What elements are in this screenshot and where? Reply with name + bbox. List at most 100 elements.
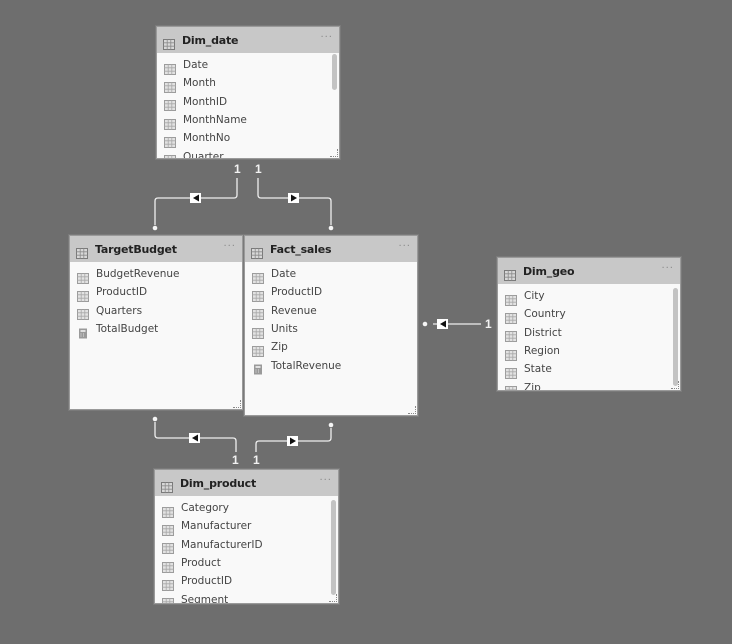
column-icon (164, 96, 176, 112)
field-name: MonthNo (183, 132, 231, 145)
table-card-dim-product[interactable]: Dim_product ··· Category Manufacturer Manufa… (154, 469, 339, 604)
more-options-button[interactable]: ··· (320, 32, 333, 43)
field-item[interactable]: Category (155, 499, 338, 518)
field-name: MonthID (183, 95, 228, 108)
field-name: Quarters (96, 304, 143, 317)
field-item[interactable]: Manufacturer (155, 517, 338, 536)
more-options-button[interactable]: ··· (398, 241, 411, 252)
more-options-button[interactable]: ··· (319, 475, 332, 486)
column-icon (162, 521, 174, 536)
field-item[interactable]: Revenue (245, 302, 417, 321)
table-card-dim-geo[interactable]: Dim_geo ··· City Country District Region State… (497, 257, 681, 391)
table-name: TargetBudget (95, 242, 177, 256)
field-item[interactable]: ManufacturerID (155, 536, 338, 555)
field-item[interactable]: Segment (155, 590, 338, 603)
resize-handle[interactable] (329, 594, 337, 602)
field-item[interactable]: Product (155, 554, 338, 573)
column-icon (164, 133, 176, 148)
field-item[interactable]: Zip (498, 378, 680, 391)
field-name: Date (271, 268, 297, 281)
column-icon (162, 503, 174, 518)
column-icon (162, 576, 174, 591)
field-name: TotalBudget (96, 323, 159, 336)
cardinality-one-label: 1 (234, 162, 241, 176)
scrollbar-thumb[interactable] (673, 288, 678, 386)
table-header[interactable]: Dim_geo ··· (498, 258, 680, 284)
table-name: Dim_geo (523, 264, 575, 278)
more-options-button[interactable]: ··· (661, 263, 674, 274)
resize-handle[interactable] (408, 406, 416, 414)
resize-handle[interactable] (671, 381, 679, 389)
cross-filter-arrow-left-icon (190, 193, 201, 203)
column-icon (77, 287, 89, 302)
field-item[interactable]: TotalBudget (70, 320, 242, 339)
field-name: ProductID (271, 286, 323, 299)
column-icon (162, 594, 174, 603)
many-marker (328, 225, 334, 231)
field-name: ManufacturerID (181, 538, 263, 551)
field-item[interactable]: Date (157, 56, 339, 75)
table-card-fact-sales[interactable]: Fact_sales ··· Date ProductID Revenue Units Zi… (244, 235, 418, 416)
column-icon (505, 291, 517, 306)
column-icon (164, 115, 176, 130)
table-header[interactable]: Dim_date ··· (157, 27, 339, 53)
table-card-target-budget[interactable]: TargetBudget ··· BudgetRevenue ProductID Qua… (69, 235, 243, 410)
calculator-measure-icon (252, 360, 264, 375)
field-item[interactable]: ProductID (70, 283, 242, 302)
field-item[interactable]: Zip (245, 338, 417, 357)
table-header[interactable]: TargetBudget ··· (70, 236, 242, 262)
field-item[interactable]: Date (245, 265, 417, 284)
table-icon (161, 478, 173, 493)
table-icon (163, 35, 175, 50)
field-item[interactable]: Quarters (70, 302, 242, 321)
column-icon (505, 364, 517, 379)
cross-filter-arrow-right-icon (288, 193, 299, 203)
field-name: Zip (271, 341, 288, 354)
field-item[interactable]: ProductID (245, 283, 417, 302)
table-header[interactable]: Dim_product ··· (155, 470, 338, 496)
cardinality-one-label: 1 (255, 162, 262, 176)
more-options-button[interactable]: ··· (223, 241, 236, 252)
field-item[interactable]: ProductID (155, 572, 338, 591)
many-marker (152, 225, 158, 231)
field-item[interactable]: MonthName (157, 111, 339, 130)
cross-filter-arrow-right-icon (287, 436, 298, 446)
field-item[interactable]: District (498, 324, 680, 343)
field-item[interactable]: BudgetRevenue (70, 265, 242, 284)
table-card-dim-date[interactable]: Dim_date ··· Date Month MonthID MonthName Mont… (156, 26, 340, 159)
table-icon (504, 266, 516, 281)
field-item[interactable]: MonthID (157, 93, 339, 112)
field-list: City Country District Region State Zip (498, 284, 680, 391)
field-item[interactable]: Quarter (157, 147, 339, 158)
field-item[interactable]: TotalRevenue (245, 356, 417, 375)
column-icon (162, 539, 174, 555)
column-icon (77, 269, 89, 284)
calculator-measure-icon (77, 324, 89, 339)
field-list: Category Manufacturer ManufacturerID Produc… (155, 496, 338, 603)
field-item[interactable]: Units (245, 320, 417, 339)
field-list: Date ProductID Revenue Units Zip TotalRevenue (245, 262, 417, 375)
column-icon (164, 60, 176, 75)
field-item[interactable]: Month (157, 74, 339, 93)
table-icon (251, 244, 263, 259)
resize-handle[interactable] (330, 149, 338, 157)
scrollbar-thumb[interactable] (331, 500, 336, 595)
column-icon (252, 342, 264, 357)
field-name: State (524, 363, 552, 376)
field-item[interactable]: Region (498, 342, 680, 361)
field-item[interactable]: Country (498, 305, 680, 324)
column-icon (164, 151, 176, 158)
cross-filter-arrow-left-icon (437, 319, 448, 329)
column-icon (252, 269, 264, 284)
cardinality-one-label: 1 (253, 453, 260, 467)
scrollbar-thumb[interactable] (332, 54, 337, 90)
field-name: Month (183, 77, 216, 90)
field-item[interactable]: MonthNo (157, 129, 339, 148)
field-name: Product (181, 557, 221, 570)
field-name: BudgetRevenue (96, 268, 180, 281)
field-item[interactable]: City (498, 287, 680, 306)
resize-handle[interactable] (233, 400, 241, 408)
field-name: Zip (524, 381, 541, 391)
field-item[interactable]: State (498, 360, 680, 379)
table-header[interactable]: Fact_sales ··· (245, 236, 417, 262)
